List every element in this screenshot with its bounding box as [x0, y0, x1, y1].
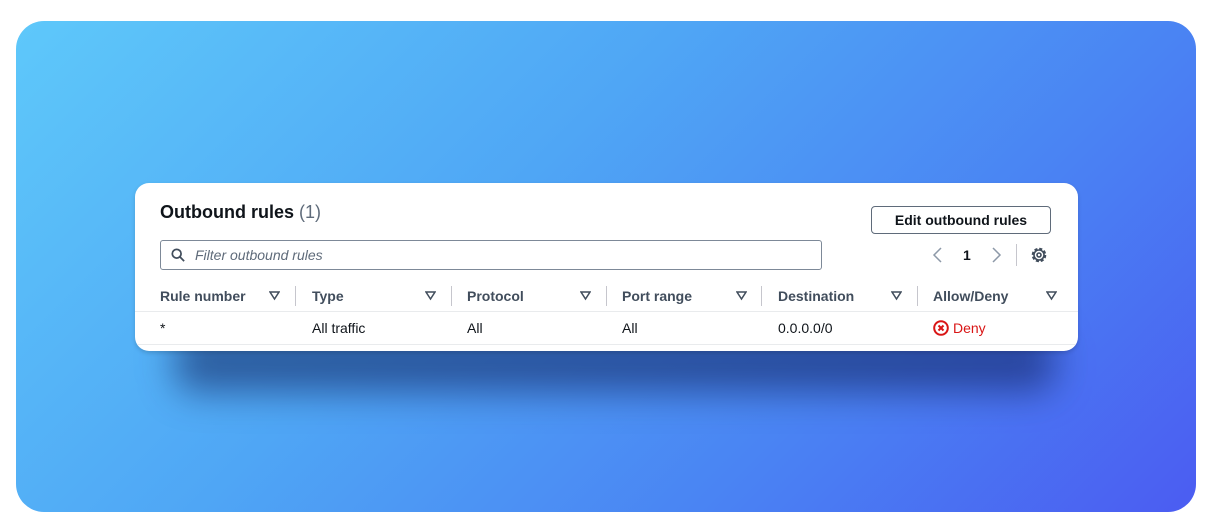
table-bottom-border — [135, 344, 1078, 345]
sort-down-icon[interactable] — [736, 291, 747, 301]
cell-destination: 0.0.0.0/0 — [778, 320, 833, 336]
chevron-right-icon[interactable] — [989, 246, 1003, 264]
table-header: Rule number Type Protocol Port range Des… — [135, 281, 1078, 312]
column-divider[interactable] — [917, 286, 918, 306]
sort-down-icon[interactable] — [891, 291, 902, 301]
pagination: 1 — [931, 243, 1003, 267]
cell-allow-deny: Deny — [933, 312, 986, 344]
search-icon — [171, 248, 185, 262]
gear-icon[interactable] — [1030, 246, 1048, 264]
column-protocol[interactable]: Protocol — [467, 281, 524, 311]
column-allow-deny[interactable]: Allow/Deny — [933, 281, 1008, 311]
column-divider[interactable] — [295, 286, 296, 306]
sort-down-icon[interactable] — [269, 291, 280, 301]
rule-count: (1) — [299, 202, 322, 222]
column-destination[interactable]: Destination — [778, 281, 854, 311]
column-divider[interactable] — [606, 286, 607, 306]
cell-protocol: All — [467, 320, 483, 336]
column-divider[interactable] — [451, 286, 452, 306]
pagination-divider — [1016, 244, 1017, 266]
outbound-rules-panel: Outbound rules (1) Edit outbound rules 1… — [135, 183, 1078, 351]
deny-label: Deny — [953, 320, 986, 336]
filter-field[interactable] — [160, 240, 822, 270]
cell-rule-number: * — [160, 320, 166, 336]
column-rule-number[interactable]: Rule number — [160, 281, 246, 311]
sort-down-icon[interactable] — [580, 291, 591, 301]
sort-down-icon[interactable] — [425, 291, 436, 301]
cell-type: All traffic — [312, 320, 366, 336]
column-divider[interactable] — [761, 286, 762, 306]
panel-title: Outbound rules (1) — [160, 202, 321, 223]
table-row: * All traffic All All 0.0.0.0/0 Deny — [135, 312, 1078, 344]
page-number[interactable]: 1 — [963, 247, 971, 263]
cell-port-range: All — [622, 320, 638, 336]
panel-title-text: Outbound rules — [160, 202, 294, 222]
sort-down-icon[interactable] — [1046, 291, 1057, 301]
x-circle-icon — [933, 320, 949, 336]
edit-outbound-rules-button[interactable]: Edit outbound rules — [871, 206, 1051, 234]
column-port-range[interactable]: Port range — [622, 281, 692, 311]
filter-input[interactable] — [193, 246, 797, 264]
chevron-left-icon[interactable] — [931, 246, 945, 264]
column-type[interactable]: Type — [312, 281, 344, 311]
